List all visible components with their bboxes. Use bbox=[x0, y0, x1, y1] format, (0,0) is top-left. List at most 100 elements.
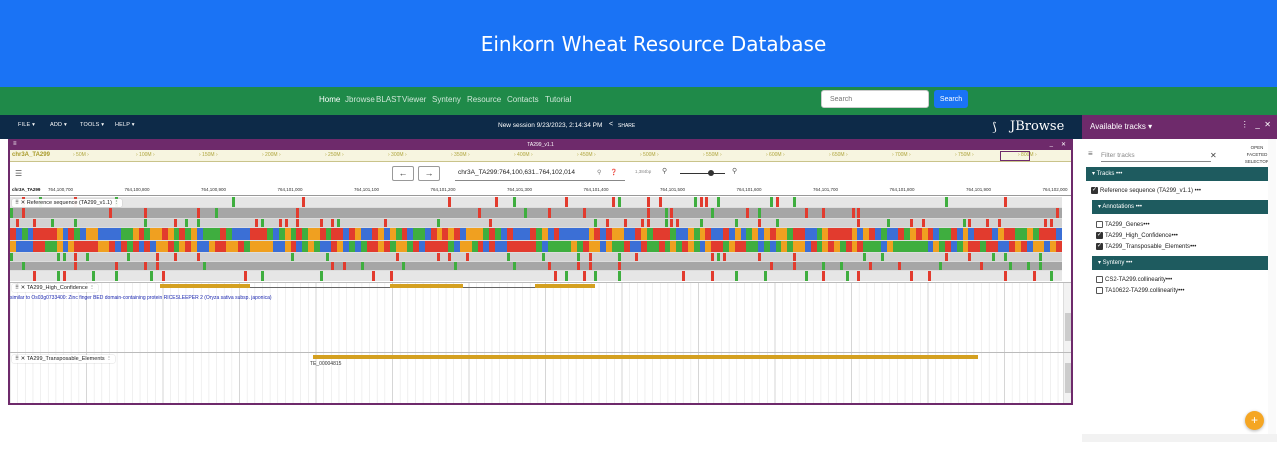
overview-tick: › 200M › bbox=[262, 152, 281, 158]
sequence-base bbox=[664, 208, 668, 218]
track-selector-icon[interactable]: ☰ bbox=[15, 169, 22, 178]
site-search-button[interactable]: Search bbox=[934, 90, 968, 108]
gene-description[interactable]: similar to Os03g0733400: Zinc finger BED… bbox=[10, 295, 272, 301]
filter-tracks-input[interactable]: Filter tracks bbox=[1101, 152, 1211, 162]
pan-right-button[interactable]: → bbox=[418, 166, 440, 181]
file-menu[interactable]: FILE ▾ bbox=[18, 122, 35, 128]
track-menu-icon[interactable]: ⋮ bbox=[89, 285, 95, 291]
more-icon[interactable]: ••• bbox=[1178, 288, 1184, 294]
checkbox-icon[interactable] bbox=[1096, 287, 1103, 294]
more-icon[interactable]: ••• bbox=[1166, 277, 1172, 283]
share-icon[interactable]: < bbox=[609, 121, 613, 128]
nav-resource[interactable]: Resource bbox=[467, 95, 501, 104]
track-scrollbar-thumb[interactable] bbox=[1065, 363, 1071, 393]
nav-contacts[interactable]: Contacts bbox=[507, 95, 539, 104]
track-item-ta10622[interactable]: TA10622-TA299.collinearity••• bbox=[1096, 287, 1184, 294]
sequence-base bbox=[822, 208, 826, 218]
add-fab-button[interactable]: + bbox=[1245, 411, 1264, 430]
checkbox-checked-icon[interactable]: ✓ bbox=[1096, 243, 1103, 250]
sequence-base bbox=[197, 219, 201, 227]
track-scrollbar[interactable] bbox=[1063, 353, 1071, 403]
sequence-frame-row bbox=[10, 228, 1062, 240]
tools-menu[interactable]: TOOLS ▾ bbox=[80, 122, 104, 128]
overview-region-highlight[interactable] bbox=[1000, 151, 1030, 161]
close-view-icon[interactable]: ✕ bbox=[1061, 141, 1066, 148]
location-input[interactable]: chr3A_TA299:764,100,631..764,102,014 ⚲ ❓ bbox=[455, 166, 625, 181]
clear-icon[interactable]: ✕ bbox=[1210, 151, 1217, 160]
checkbox-checked-icon[interactable]: ✓ bbox=[1091, 187, 1098, 194]
zoom-in-icon[interactable]: ⚲ bbox=[732, 167, 737, 175]
checkbox-icon[interactable] bbox=[1096, 276, 1103, 283]
sequence-base bbox=[617, 197, 621, 207]
main-nav: Home Jbrowse BLAST Viewer Synteny Resour… bbox=[0, 87, 1277, 115]
zoom-slider[interactable] bbox=[680, 173, 725, 174]
add-menu[interactable]: ADD ▾ bbox=[50, 122, 67, 128]
search-icon[interactable]: ⚲ bbox=[597, 166, 601, 180]
drag-handle-icon[interactable]: ⠿ bbox=[15, 356, 19, 362]
panel-vertical-scrollbar[interactable] bbox=[1268, 139, 1276, 435]
track-label-reference[interactable]: ⠿ ✕ Reference sequence (TA299_v1.1) ⋮ bbox=[12, 199, 122, 207]
drag-handle-icon[interactable]: ⠿ bbox=[15, 200, 19, 206]
nav-tutorial[interactable]: Tutorial bbox=[545, 95, 571, 104]
gene-exon[interactable] bbox=[160, 284, 250, 288]
overview-tick: › 700M › bbox=[892, 152, 911, 158]
track-item-label: CS2-TA299.collinearity bbox=[1105, 277, 1166, 284]
nav-blast[interactable]: BLAST bbox=[376, 95, 401, 104]
category-synteny[interactable]: ▾ Synteny ••• bbox=[1092, 256, 1271, 270]
track-item-cs2[interactable]: CS2-TA299.collinearity••• bbox=[1096, 276, 1172, 283]
track-item-transposable[interactable]: ✓ TA299_Transposable_Elements••• bbox=[1096, 243, 1196, 250]
track-item-high-confidence[interactable]: ✓ TA299_High_Confidence••• bbox=[1096, 232, 1178, 239]
gene-intron-line bbox=[463, 287, 535, 288]
checkbox-icon[interactable] bbox=[1096, 221, 1103, 228]
reference-sequence-track bbox=[10, 197, 1062, 281]
menu-icon[interactable]: ≡ bbox=[1088, 149, 1093, 158]
sequence-base bbox=[1032, 271, 1036, 281]
track-scrollbar[interactable] bbox=[1063, 283, 1071, 353]
sequence-base bbox=[553, 271, 557, 281]
track-label-transposable[interactable]: ⠿ ✕ TA299_Transposable_Elements ⋮ bbox=[12, 355, 115, 363]
gene-exon[interactable] bbox=[390, 284, 463, 288]
nav-synteny[interactable]: Synteny bbox=[432, 95, 461, 104]
close-icon[interactable]: ✕ bbox=[1264, 120, 1271, 129]
sequence-base bbox=[401, 262, 405, 270]
help-menu[interactable]: HELP ▾ bbox=[115, 122, 135, 128]
track-item-genes[interactable]: TA299_Genes••• bbox=[1096, 221, 1150, 228]
more-icon[interactable]: ••• bbox=[1190, 244, 1196, 250]
more-icon[interactable]: ••• bbox=[1143, 222, 1149, 228]
help-icon[interactable]: ❓ bbox=[610, 166, 617, 180]
minimize-icon[interactable]: _ bbox=[1255, 120, 1259, 129]
share-button[interactable]: SHARE bbox=[618, 123, 635, 129]
drag-handle-icon[interactable]: ⠿ bbox=[15, 285, 19, 291]
minimize-icon[interactable]: _ bbox=[1050, 141, 1053, 147]
more-icon[interactable]: ••• bbox=[1172, 233, 1178, 239]
panel-horizontal-scrollbar[interactable] bbox=[1082, 434, 1277, 442]
close-track-icon[interactable]: ✕ bbox=[21, 285, 26, 291]
zoom-out-icon[interactable]: ⚲ bbox=[662, 167, 667, 175]
te-feature[interactable] bbox=[313, 355, 978, 359]
close-track-icon[interactable]: ✕ bbox=[21, 200, 26, 206]
track-scrollbar-thumb[interactable] bbox=[1065, 313, 1071, 341]
view-header: ≡ TA299_v1.1 _ ✕ bbox=[10, 141, 1071, 150]
more-icon[interactable]: ⋮ bbox=[1241, 120, 1249, 129]
nav-home[interactable]: Home bbox=[319, 95, 340, 104]
category-tracks[interactable]: ▾ Tracks ••• bbox=[1086, 167, 1271, 181]
more-icon[interactable]: ••• bbox=[1195, 188, 1201, 194]
sequence-frame-row bbox=[10, 253, 1062, 261]
sequence-base bbox=[1050, 271, 1054, 281]
nav-jbrowse[interactable]: Jbrowse bbox=[345, 95, 375, 104]
overview-scalebar[interactable]: chr3A_TA299 › 50M › › 100M › › 150M › › 200… bbox=[10, 150, 1071, 162]
nav-viewer[interactable]: Viewer bbox=[402, 95, 426, 104]
track-item-reference[interactable]: ✓ Reference sequence (TA299_v1.1) ••• bbox=[1091, 187, 1201, 194]
ruler-tick: 764,100,800 bbox=[124, 187, 150, 192]
site-search-input[interactable] bbox=[821, 90, 929, 108]
zoom-slider-thumb[interactable] bbox=[708, 170, 714, 176]
track-menu-icon[interactable]: ⋮ bbox=[106, 356, 112, 362]
close-track-icon[interactable]: ✕ bbox=[21, 356, 26, 362]
gene-exon[interactable] bbox=[535, 284, 595, 288]
track-label-high-confidence[interactable]: ⠿ ✕ TA299_High_Confidence ⋮ bbox=[12, 284, 98, 292]
pan-left-button[interactable]: ← bbox=[392, 166, 414, 181]
checkbox-checked-icon[interactable]: ✓ bbox=[1096, 232, 1103, 239]
panel-title[interactable]: Available tracks ▾ bbox=[1090, 122, 1152, 131]
category-annotations[interactable]: ▾ Annotations ••• bbox=[1092, 200, 1271, 214]
track-menu-icon[interactable]: ⋮ bbox=[113, 200, 119, 206]
